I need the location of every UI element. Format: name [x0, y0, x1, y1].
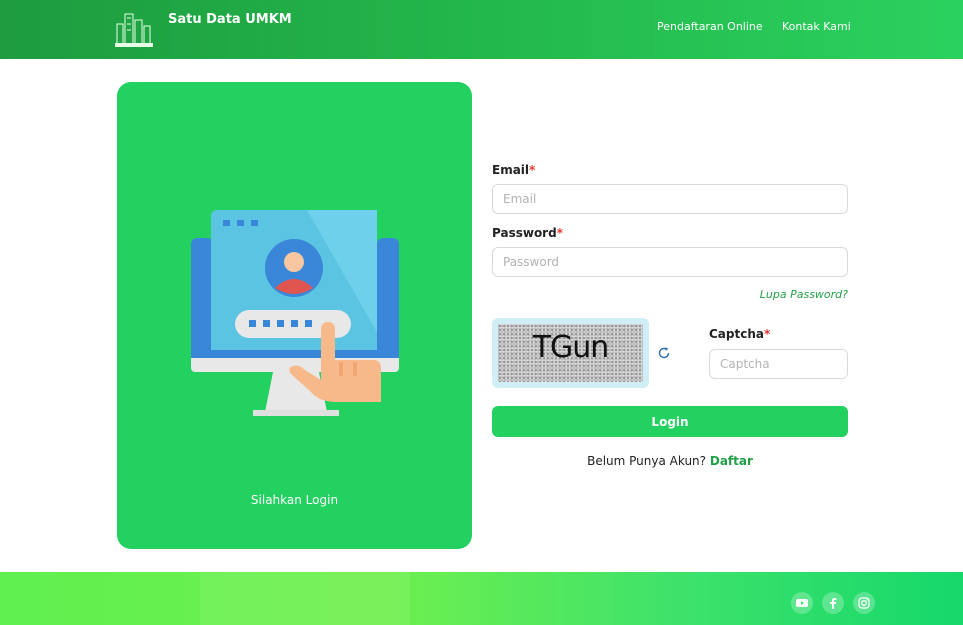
nav-kontak-kami[interactable]: Kontak Kami: [782, 20, 851, 33]
captcha-input[interactable]: [709, 349, 848, 379]
register-link[interactable]: Daftar: [710, 454, 753, 468]
password-input[interactable]: [492, 247, 848, 277]
captcha-image: TGun: [498, 324, 643, 382]
register-prompt-line: Belum Punya Akun? Daftar: [492, 454, 848, 468]
captcha-label: Captcha*: [709, 327, 770, 341]
nav-pendaftaran-online[interactable]: Pendaftaran Online: [657, 20, 763, 33]
login-button[interactable]: Login: [492, 406, 848, 437]
facebook-icon[interactable]: [822, 592, 844, 614]
email-input[interactable]: [492, 184, 848, 214]
register-prompt-text: Belum Punya Akun?: [587, 454, 707, 468]
top-navbar: Satu Data UMKM Pendaftaran Online Kontak…: [0, 0, 963, 59]
city-buildings-logo-icon[interactable]: [113, 8, 156, 48]
captcha-image-box: TGun: [492, 318, 649, 388]
password-label-text: Password: [492, 226, 557, 240]
captcha-label-text: Captcha: [709, 327, 764, 341]
youtube-icon[interactable]: [791, 592, 813, 614]
required-marker: *: [529, 163, 536, 177]
email-label-text: Email: [492, 163, 530, 177]
login-illustration-card: Silahkan Login: [117, 82, 472, 549]
captcha-image-text: TGun: [532, 330, 610, 365]
brand-title[interactable]: Satu Data UMKM: [168, 12, 292, 27]
forgot-password-link[interactable]: Lupa Password?: [760, 288, 848, 301]
refresh-captcha-icon[interactable]: [657, 346, 671, 360]
footer: [0, 572, 963, 625]
card-caption: Silahkan Login: [250, 493, 339, 507]
instagram-icon[interactable]: [853, 592, 875, 614]
footer-decoration: [200, 572, 410, 625]
computer-login-illustration-icon: [191, 210, 399, 416]
required-marker: *: [556, 226, 563, 240]
password-label: Password*: [492, 226, 563, 240]
email-label: Email*: [492, 163, 535, 177]
required-marker: *: [763, 327, 771, 341]
